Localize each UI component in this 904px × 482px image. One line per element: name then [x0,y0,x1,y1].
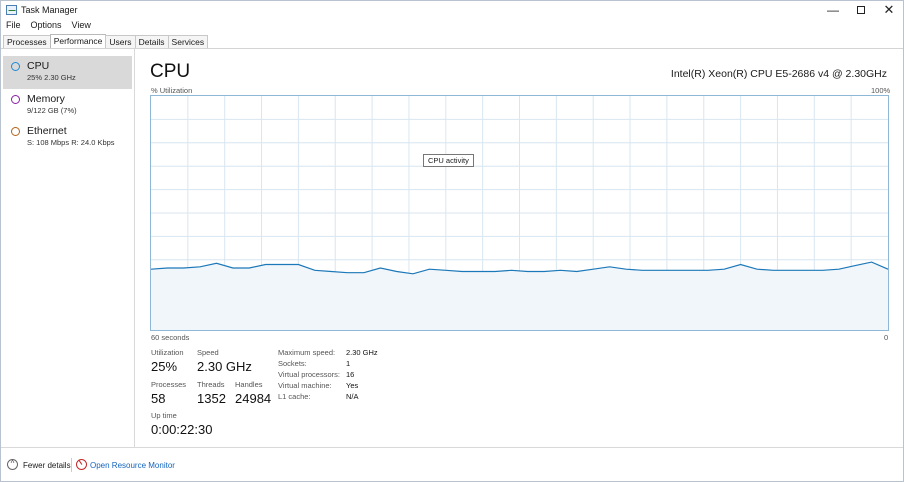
handles-value: 24984 [235,391,272,406]
speed-value: 2.30 GHz [197,359,252,374]
open-resource-monitor-link[interactable]: Open Resource Monitor [90,461,175,470]
sidebar-item-label: CPU [27,60,50,72]
sidebar-item-ethernet[interactable]: Ethernet S: 108 Mbps R: 24.0 Kbps [3,121,132,154]
sidebar-item-detail: 25% 2.30 GHz [27,73,76,82]
virtual-machine-value: Yes [346,381,359,390]
tab-performance[interactable]: Performance [49,34,107,48]
tab-strip: Processes Performance Users Details Serv… [3,34,209,49]
graph-x-left-label: 60 seconds [151,333,190,342]
sidebar-item-detail: 9/122 GB (7%) [27,106,77,115]
menu-options[interactable]: Options [26,19,67,33]
processes-label: Processes [151,380,187,389]
cpu-indicator-icon [11,62,20,71]
tab-processes[interactable]: Processes [3,35,51,48]
footer-separator [71,458,72,472]
maximize-icon [857,6,865,14]
sockets-label: Sockets: [278,359,307,368]
graph-tooltip: CPU activity [423,154,474,167]
task-manager-icon [6,5,17,15]
close-button[interactable]: ✕ [874,1,904,19]
menu-file[interactable]: File [1,19,26,33]
chevron-up-icon[interactable]: ^ [7,459,18,470]
cpu-graph-canvas [151,96,888,330]
handles-label: Handles [235,380,263,389]
tab-services[interactable]: Services [167,35,209,48]
threads-label: Threads [197,380,225,389]
virtual-processors-label: Virtual processors: [278,370,340,379]
sidebar-item-label: Memory [27,93,65,105]
virtual-processors-value: 16 [346,370,355,379]
memory-indicator-icon [11,95,20,104]
footer-divider [1,447,903,448]
minimize-icon: — [827,3,839,17]
close-icon: ✕ [883,2,895,17]
l1-cache-value: N/A [346,392,359,401]
graph-y-label: % Utilization [151,86,193,95]
sidebar-item-cpu[interactable]: CPU 25% 2.30 GHz [3,56,132,89]
tab-details[interactable]: Details [134,35,169,48]
max-speed-value: 2.30 GHz [346,348,378,357]
resource-monitor-icon [76,459,87,470]
processes-value: 58 [151,391,166,406]
menu-view[interactable]: View [67,19,96,33]
threads-value: 1352 [197,391,226,406]
ethernet-indicator-icon [11,127,20,136]
sidebar-item-detail: S: 108 Mbps R: 24.0 Kbps [27,138,115,147]
task-manager-window: Task Manager — ✕ File Options View Proce… [0,0,904,482]
speed-label: Speed [197,348,219,357]
window-title: Task Manager [21,5,78,15]
performance-sidebar: CPU 25% 2.30 GHz Memory 9/122 GB (7%) Et… [1,49,135,447]
utilization-value: 25% [151,359,178,374]
uptime-label: Up time [151,411,177,420]
cpu-model-name: Intel(R) Xeon(R) CPU E5-2686 v4 @ 2.30GH… [670,68,887,80]
tab-divider [1,48,903,49]
utilization-label: Utilization [151,348,184,357]
virtual-machine-label: Virtual machine: [278,381,332,390]
page-title: CPU [150,61,191,82]
sidebar-item-label: Ethernet [27,125,67,137]
sidebar-item-memory[interactable]: Memory 9/122 GB (7%) [3,89,132,122]
fewer-details-link[interactable]: Fewer details [23,461,71,470]
title-bar: Task Manager — ✕ [1,1,903,19]
l1-cache-label: L1 cache: [278,392,311,401]
cpu-utilization-graph [150,95,889,331]
minimize-button[interactable]: — [818,1,848,19]
sockets-value: 1 [346,359,351,368]
cpu-usage-area [151,262,888,330]
max-speed-label: Maximum speed: [278,348,336,357]
graph-x-right-label: 0 [884,333,889,342]
graph-y-max-label: 100% [871,86,891,95]
tab-users[interactable]: Users [105,35,136,48]
maximize-button[interactable] [846,1,876,19]
menu-bar: File Options View [1,19,96,33]
uptime-value: 0:00:22:30 [151,422,213,437]
